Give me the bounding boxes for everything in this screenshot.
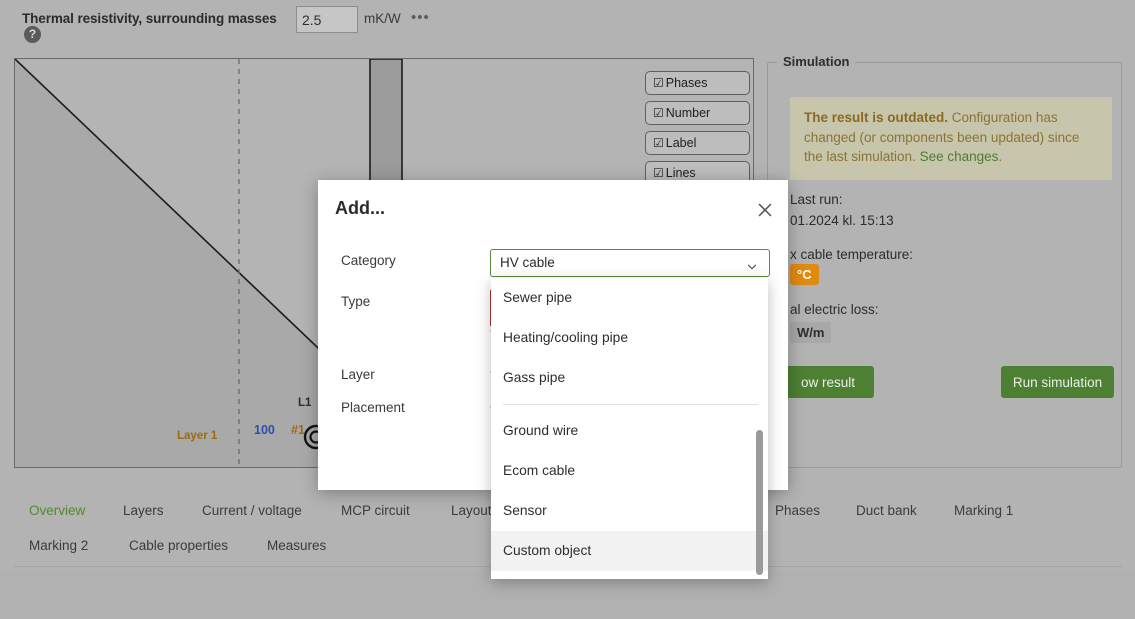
tab-layers[interactable]: Layers (123, 503, 164, 518)
tab-current-voltage[interactable]: Current / voltage (202, 503, 302, 518)
close-icon[interactable] (754, 199, 776, 221)
thermal-resistivity-label: Thermal resistivity, surrounding masses (22, 11, 277, 26)
outdated-result-alert: The result is outdated. Configuration ha… (790, 97, 1112, 180)
dropdown-option-sewer-pipe[interactable]: Sewer pipe (491, 278, 768, 318)
layer-1-label: Layer 1 (177, 430, 217, 442)
run-simulation-button[interactable]: Run simulation (1001, 366, 1114, 398)
toggle-label-label: Label (666, 136, 697, 150)
dropdown-option-gass-pipe[interactable]: Gass pipe (491, 358, 768, 398)
top-property-bar: Thermal resistivity, surrounding masses … (0, 0, 1135, 50)
dropdown-option-heating-cooling-pipe[interactable]: Heating/cooling pipe (491, 318, 768, 358)
dimension-id: #1 (291, 423, 305, 437)
category-dropdown-list[interactable]: Sewer pipe Heating/cooling pipe Gass pip… (491, 278, 768, 579)
dropdown-option-ecom-cable[interactable]: Ecom cable (491, 451, 768, 491)
tab-phases[interactable]: Phases (775, 503, 820, 518)
alert-bold-text: The result is outdated. (804, 110, 948, 125)
show-result-button[interactable]: ow result (782, 366, 874, 398)
last-run-value: 01.2024 kl. 15:13 (790, 213, 894, 228)
checkbox-checked-icon: ☑ (653, 132, 664, 154)
toggle-number-label: Number (666, 106, 710, 120)
category-select-value: HV cable (500, 255, 555, 270)
dropdown-scrollbar-track[interactable] (758, 278, 766, 579)
checkbox-checked-icon: ☑ (653, 102, 664, 124)
placement-label: Placement (341, 400, 405, 415)
simulation-panel-legend: Simulation (777, 54, 855, 69)
help-icon[interactable]: ? (24, 26, 41, 43)
app-root: Thermal resistivity, surrounding masses … (0, 0, 1135, 619)
tab-marking-2[interactable]: Marking 2 (29, 538, 88, 553)
type-label: Type (341, 294, 370, 309)
checkbox-checked-icon: ☑ (653, 72, 664, 94)
max-cable-temperature-badge: °C (790, 264, 819, 285)
dropdown-option-sensor[interactable]: Sensor (491, 491, 768, 531)
tab-duct-bank[interactable]: Duct bank (856, 503, 917, 518)
last-run-label: Last run: (790, 192, 843, 207)
see-changes-link[interactable]: See changes (920, 149, 999, 164)
toggle-phases-label: Phases (666, 76, 708, 90)
dialog-title: Add... (335, 198, 385, 219)
dropdown-option-custom-object[interactable]: Custom object (491, 531, 768, 571)
tab-marking-1[interactable]: Marking 1 (954, 503, 1013, 518)
toggle-lines-label: Lines (666, 166, 696, 180)
dropdown-option-ground-wire[interactable]: Ground wire (491, 411, 768, 451)
tab-layout[interactable]: Layout (451, 503, 492, 518)
dropdown-separator (503, 404, 758, 405)
dimension-left-value: 100 (254, 423, 275, 437)
cable-label-l1: L1 (298, 397, 311, 409)
total-electric-loss-label: al electric loss: (790, 302, 879, 317)
dropdown-scrollbar-thumb[interactable] (756, 430, 763, 575)
total-electric-loss-badge: W/m (790, 322, 831, 343)
more-options-icon[interactable]: ••• (411, 9, 430, 26)
thermal-resistivity-unit: mK/W (364, 11, 401, 26)
layer-label: Layer (341, 367, 375, 382)
alert-tail: . (998, 149, 1002, 164)
toggle-phases[interactable]: ☑Phases (645, 71, 750, 95)
toggle-number[interactable]: ☑Number (645, 101, 750, 125)
category-select[interactable]: HV cable (490, 249, 770, 277)
tab-cable-properties[interactable]: Cable properties (129, 538, 228, 553)
tab-overview[interactable]: Overview (29, 503, 85, 518)
max-cable-temperature-label: x cable temperature: (790, 247, 913, 262)
tab-measures[interactable]: Measures (267, 538, 326, 553)
toggle-label[interactable]: ☑Label (645, 131, 750, 155)
category-label: Category (341, 253, 396, 268)
tab-mcp-circuit[interactable]: MCP circuit (341, 503, 410, 518)
thermal-resistivity-input[interactable] (296, 6, 358, 33)
